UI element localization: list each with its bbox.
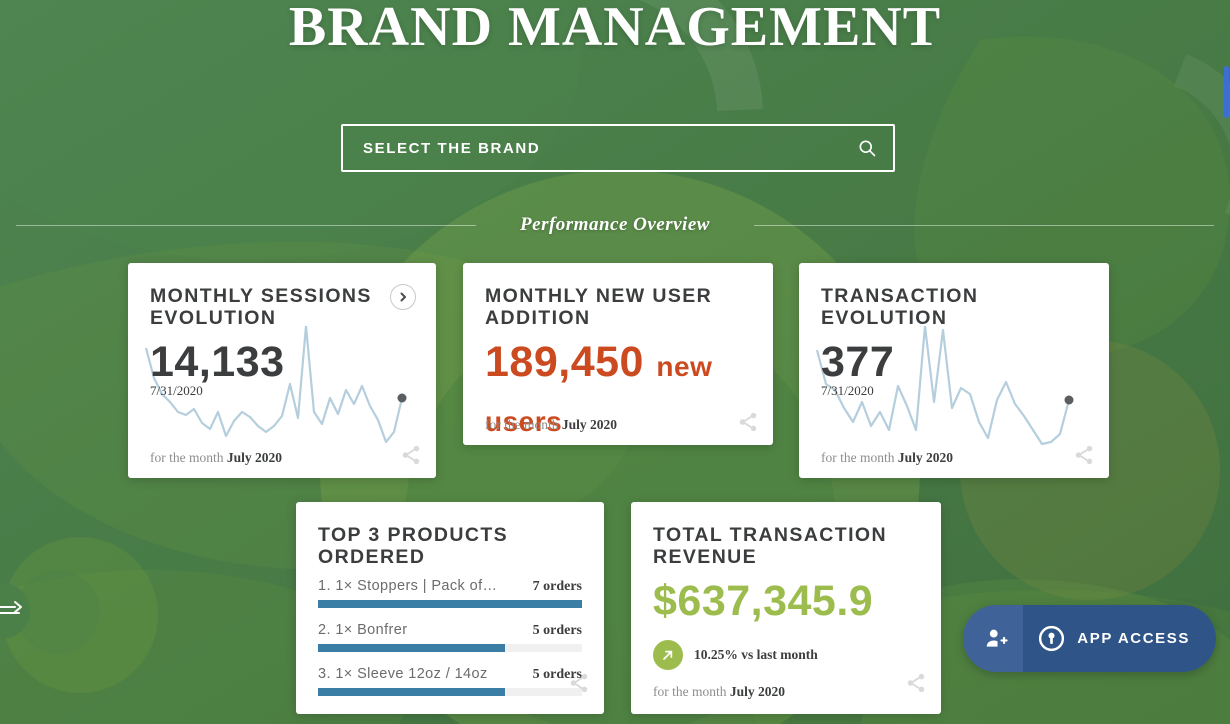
product-bar-track [318, 688, 582, 696]
product-bar-fill [318, 600, 582, 608]
product-name: 1. 1× Stoppers | Pack of… [318, 578, 498, 594]
footnote-value: July 2020 [897, 450, 954, 465]
card-datestamp: 7/31/2020 [821, 383, 874, 398]
app-access-label-group[interactable]: APP ACCESS [1023, 605, 1216, 672]
divider-right [753, 224, 1214, 226]
product-orders: 7 orders [532, 579, 582, 594]
card-value: 14,133 [150, 338, 285, 386]
product-bar-track [318, 644, 582, 652]
arrow-up-right-icon [653, 640, 683, 670]
footnote-prefix: for the month [653, 684, 727, 699]
card-top-products[interactable]: TOP 3 PRODUCTS ORDERED 1. 1× Stoppers | … [296, 502, 604, 714]
footnote-value: July 2020 [226, 450, 283, 465]
brand-select-input[interactable]: SELECT THE BRAND [341, 124, 895, 172]
card-footnote: for the month July 2020 [485, 417, 617, 433]
card-value: 377 [821, 338, 895, 386]
card-footnote: for the month July 2020 [653, 684, 785, 700]
list-item[interactable]: 1. 1× Stoppers | Pack of… 7 orders [318, 578, 582, 608]
card-title: MONTHLY SESSIONS EVOLUTION [150, 285, 372, 329]
product-bar-track [318, 600, 582, 608]
card-value: $637,345.9 [653, 577, 874, 625]
app-access-label: APP ACCESS [1077, 630, 1190, 647]
share-icon[interactable] [1073, 444, 1095, 466]
dashboard-root: BRAND MANAGEMENT SELECT THE BRAND Perfor… [0, 0, 1230, 724]
card-new-users[interactable]: MONTHLY NEW USER ADDITION 189,450 new us… [463, 263, 773, 445]
section-header: Performance Overview [0, 214, 1230, 236]
app-access-button[interactable]: APP ACCESS [963, 605, 1216, 672]
share-icon[interactable] [905, 672, 927, 694]
footnote-value: July 2020 [729, 684, 786, 699]
page-title: BRAND MANAGEMENT [288, 0, 942, 58]
chevron-right-icon[interactable] [390, 284, 416, 310]
product-bar-fill [318, 688, 506, 696]
card-title: TOP 3 PRODUCTS ORDERED [318, 524, 509, 568]
share-icon[interactable] [568, 672, 590, 694]
search-icon[interactable] [857, 138, 877, 158]
add-user-icon[interactable] [963, 605, 1024, 672]
card-value: 189,450 [485, 338, 644, 386]
product-name: 2. 1× Bonfrer [318, 622, 408, 638]
delta-text: 10.25% vs last month [694, 647, 818, 662]
card-transaction-evolution[interactable]: TRANSACTION EVOLUTION 377 7/31/2020 for … [799, 263, 1109, 478]
brand-select-placeholder: SELECT THE BRAND [363, 139, 541, 157]
card-monthly-sessions[interactable]: MONTHLY SESSIONS EVOLUTION 14,133 7/31/2… [128, 263, 436, 478]
footnote-prefix: for the month [150, 450, 224, 465]
page-scrollbar-track[interactable] [1223, 0, 1230, 724]
product-name: 3. 1× Sleeve 12oz / 14oz [318, 666, 488, 682]
card-title: TRANSACTION EVOLUTION [821, 285, 979, 329]
product-bar-fill [318, 644, 506, 652]
card-title: TOTAL TRANSACTION REVENUE [653, 524, 887, 568]
footnote-prefix: for the month [485, 417, 559, 432]
footnote-value: July 2020 [561, 417, 618, 432]
list-item[interactable]: 3. 1× Sleeve 12oz / 14oz 5 orders [318, 666, 582, 696]
key-circle-icon [1037, 624, 1066, 653]
list-item[interactable]: 2. 1× Bonfrer 5 orders [318, 622, 582, 652]
share-icon[interactable] [737, 411, 759, 433]
product-list: 1. 1× Stoppers | Pack of… 7 orders 2. 1×… [318, 578, 582, 696]
product-orders: 5 orders [532, 623, 582, 638]
card-footnote: for the month July 2020 [150, 450, 282, 466]
delta-row: 10.25% vs last month [653, 640, 919, 670]
footnote-prefix: for the month [821, 450, 895, 465]
section-title: Performance Overview [520, 214, 710, 235]
card-datestamp: 7/31/2020 [150, 383, 203, 398]
card-title: MONTHLY NEW USER ADDITION [485, 285, 713, 329]
card-footnote: for the month July 2020 [821, 450, 953, 466]
page-scrollbar-thumb[interactable] [1224, 66, 1229, 118]
card-total-revenue[interactable]: TOTAL TRANSACTION REVENUE $637,345.9 10.… [631, 502, 941, 714]
share-icon[interactable] [400, 444, 422, 466]
divider-left [16, 224, 477, 226]
